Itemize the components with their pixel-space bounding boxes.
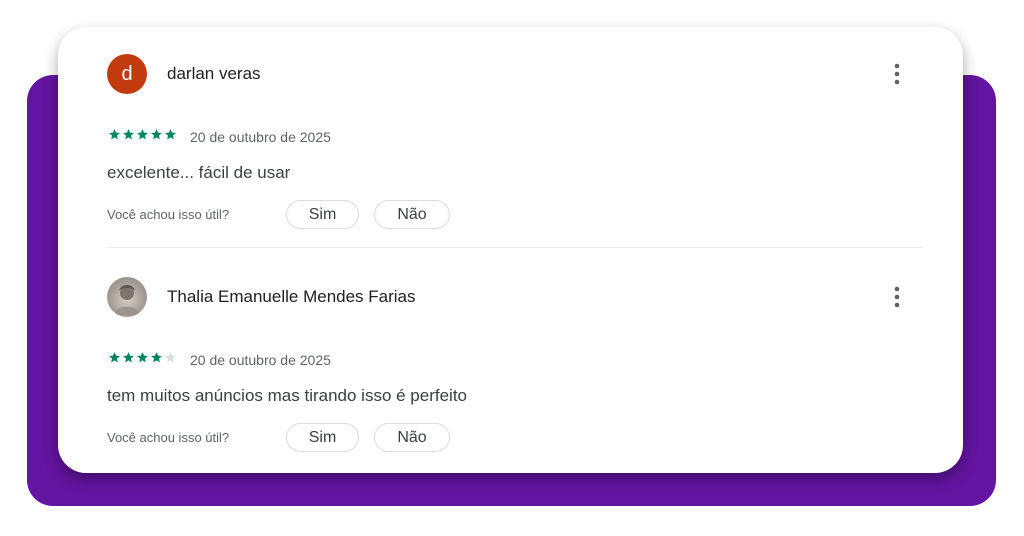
star-filled-icon bbox=[123, 352, 134, 363]
user-photo-icon bbox=[114, 285, 140, 315]
reviewer-name: Thalia Emanuelle Mendes Farias bbox=[167, 287, 416, 306]
helpful-no-button[interactable]: Não bbox=[374, 200, 450, 229]
star-rating bbox=[108, 351, 177, 364]
reviews-card: d darlan veras 20 de outubro de 2025 exc… bbox=[58, 27, 963, 473]
review-date: 20 de outubro de 2025 bbox=[190, 352, 331, 368]
star-empty-icon bbox=[165, 352, 176, 363]
star-rating bbox=[108, 128, 177, 141]
review-date: 20 de outubro de 2025 bbox=[190, 129, 331, 145]
star-filled-icon bbox=[151, 352, 162, 363]
reviewer-name: darlan veras bbox=[167, 64, 261, 83]
helpful-no-button[interactable]: Não bbox=[374, 423, 450, 452]
star-filled-icon bbox=[137, 129, 148, 140]
helpful-yes-button[interactable]: Sim bbox=[286, 200, 359, 229]
helpful-question: Você achou isso útil? bbox=[107, 207, 230, 222]
avatar: d bbox=[107, 54, 147, 94]
more-vert-icon bbox=[894, 286, 900, 308]
star-filled-icon bbox=[123, 129, 134, 140]
more-options-button[interactable] bbox=[884, 283, 910, 311]
more-vert-icon bbox=[894, 63, 900, 85]
star-filled-icon bbox=[137, 352, 148, 363]
avatar bbox=[107, 277, 147, 317]
star-filled-icon bbox=[165, 129, 176, 140]
avatar-letter: d bbox=[121, 62, 133, 85]
review-text: excelente... fácil de usar bbox=[107, 163, 291, 182]
review-text: tem muitos anúncios mas tirando isso é p… bbox=[107, 386, 468, 405]
more-options-button[interactable] bbox=[884, 60, 910, 88]
star-filled-icon bbox=[109, 129, 120, 140]
star-filled-icon bbox=[109, 352, 120, 363]
helpful-question: Você achou isso útil? bbox=[107, 430, 230, 445]
helpful-yes-button[interactable]: Sim bbox=[286, 423, 359, 452]
star-filled-icon bbox=[151, 129, 162, 140]
review-divider bbox=[107, 247, 923, 248]
